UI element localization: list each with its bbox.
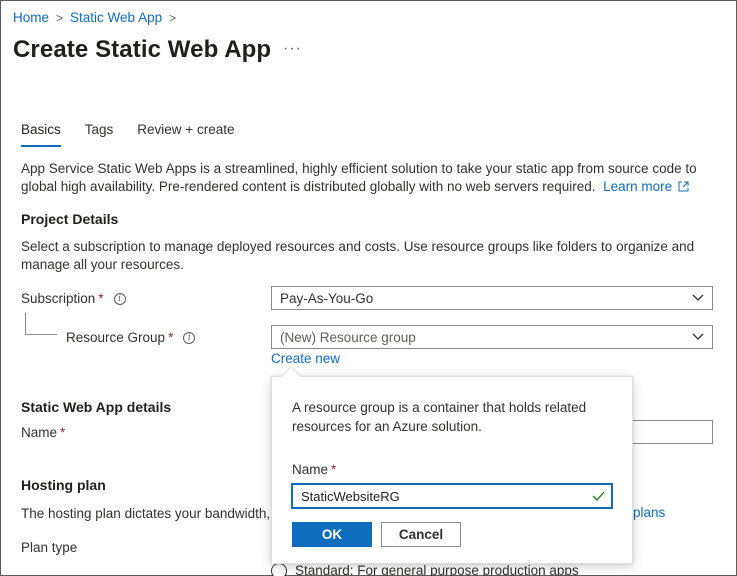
subscription-label: Subscription * i (21, 291, 126, 306)
resource-group-label: Resource Group * i (66, 330, 196, 345)
subscription-select[interactable]: Pay-As-You-Go (271, 286, 713, 310)
plan-type-label: Plan type (21, 540, 78, 555)
create-resource-group-callout: A resource group is a container that hol… (271, 376, 633, 564)
subscription-label-text: Subscription (21, 291, 96, 306)
learn-more-label: Learn more (603, 179, 673, 194)
more-options-button[interactable]: ··· (283, 40, 302, 58)
breadcrumb-separator: > (56, 10, 64, 25)
create-new-link[interactable]: Create new (271, 351, 340, 366)
cancel-button[interactable]: Cancel (381, 522, 461, 547)
intro-description: App Service Static Web Apps is a streaml… (21, 161, 697, 194)
info-icon[interactable]: i (183, 331, 196, 344)
tree-connector-vertical (25, 313, 26, 334)
hosting-plan-heading: Hosting plan (21, 477, 106, 493)
standard-plan-option[interactable]: Standard: For general purpose production… (271, 562, 579, 576)
ok-button[interactable]: OK (292, 522, 372, 547)
chevron-down-icon (692, 294, 704, 301)
name-label-text: Name (21, 425, 58, 440)
tab-review-create[interactable]: Review + create (137, 122, 234, 147)
standard-plan-radio[interactable] (271, 563, 287, 576)
breadcrumb-static-web-app-link[interactable]: Static Web App (70, 10, 162, 25)
tab-bar: Basics Tags Review + create (21, 122, 258, 147)
name-label: Name * (21, 425, 65, 440)
checkmark-icon (592, 491, 605, 501)
external-link-icon (678, 181, 689, 192)
resource-group-name-value: StaticWebsiteRG (301, 488, 400, 504)
resource-group-label-text: Resource Group (66, 330, 166, 345)
resource-group-name-input[interactable]: StaticWebsiteRG (291, 483, 613, 509)
breadcrumb-separator-end: > (169, 10, 177, 25)
tree-connector-horizontal (25, 334, 57, 335)
resource-group-select[interactable]: (New) Resource group (271, 325, 713, 349)
resource-group-value: (New) Resource group (280, 329, 416, 345)
chevron-down-icon (692, 333, 704, 340)
required-mark: * (331, 462, 337, 477)
callout-name-label: Name * (292, 462, 336, 477)
breadcrumb-home-link[interactable]: Home (13, 10, 49, 25)
project-details-description: Select a subscription to manage deployed… (21, 239, 695, 272)
hosting-plans-link[interactable]: plans (633, 505, 665, 520)
intro-text: App Service Static Web Apps is a streaml… (21, 160, 721, 196)
project-details-heading: Project Details (21, 211, 119, 227)
tab-tags[interactable]: Tags (85, 122, 114, 147)
callout-description: A resource group is a container that hol… (292, 400, 587, 434)
breadcrumb: Home > Static Web App > (13, 10, 183, 25)
required-mark: * (98, 291, 104, 306)
page-title: Create Static Web App (13, 36, 272, 63)
callout-name-label-text: Name (292, 462, 329, 477)
learn-more-link[interactable]: Learn more (603, 179, 689, 194)
info-icon[interactable]: i (113, 292, 126, 305)
app-details-heading: Static Web App details (21, 399, 172, 415)
required-mark: * (60, 425, 66, 440)
standard-plan-label: Standard: For general purpose production… (295, 563, 579, 576)
required-mark: * (168, 330, 174, 345)
subscription-value: Pay-As-You-Go (280, 290, 374, 306)
tab-basics[interactable]: Basics (21, 122, 61, 147)
hosting-plan-description: The hosting plan dictates your bandwidth… (21, 506, 281, 521)
